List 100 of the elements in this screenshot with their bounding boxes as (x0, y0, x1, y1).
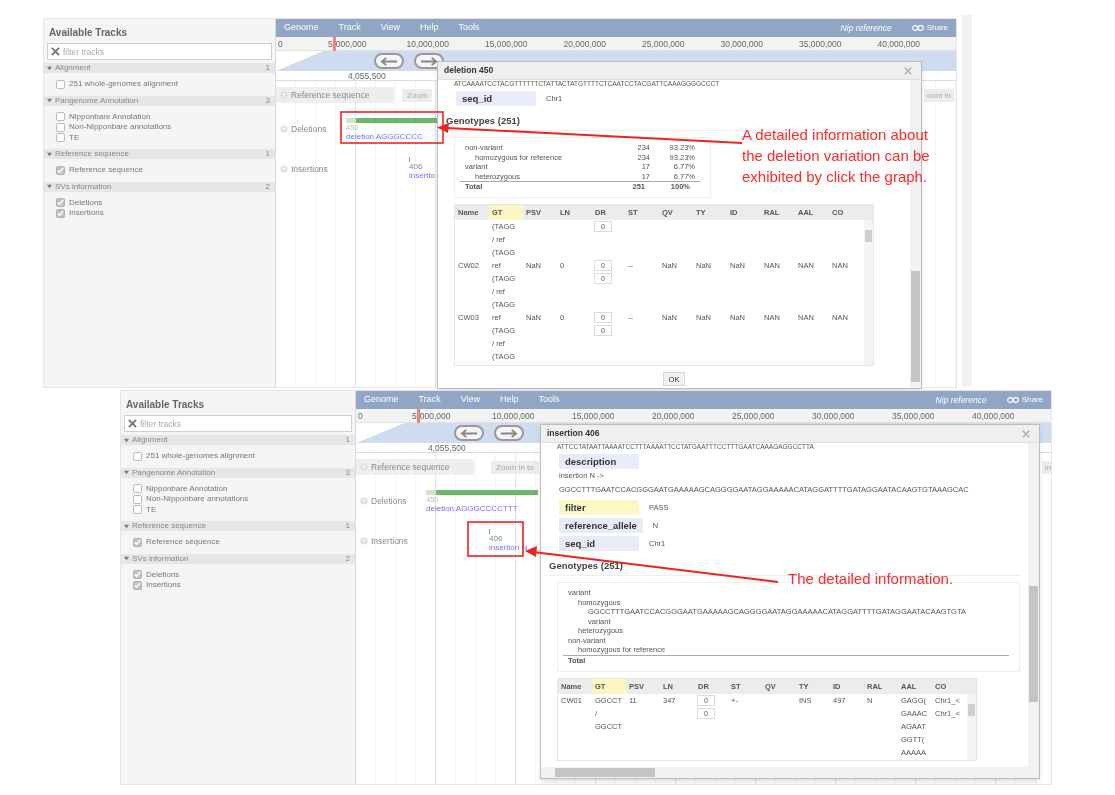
caret-icon (124, 556, 129, 561)
category-label: Alignment (55, 63, 92, 73)
track-count: 1 (345, 521, 351, 531)
category-label: Pangenome Annotation (132, 467, 217, 478)
clear-icon[interactable] (51, 47, 60, 56)
ruler-label: 10,000,000 (406, 39, 450, 49)
category-label: Pangenome Annotation (55, 95, 140, 106)
ruler-label: 5 (328, 39, 333, 49)
pan-left-button[interactable] (374, 53, 404, 69)
arrow-left-icon (460, 428, 478, 438)
deletion-bar[interactable] (426, 490, 538, 495)
insertion-mark[interactable] (489, 529, 490, 534)
checkbox[interactable] (133, 494, 142, 504)
checkbox[interactable] (133, 580, 142, 590)
close-icon[interactable] (280, 165, 288, 174)
dialog-title: deletion 450 (444, 64, 494, 77)
track-label[interactable]: Reference sequence (280, 89, 370, 102)
ruler-label: 25,000,000 (732, 411, 775, 421)
caret-icon (124, 523, 129, 529)
checkbox[interactable] (133, 570, 142, 580)
position-label: 4,055,500 (348, 71, 386, 81)
scrollbar[interactable] (967, 693, 976, 760)
track-label: Nipponbare Annotation (146, 483, 228, 494)
track-label: 251 whole-genomes alignment (69, 79, 178, 90)
checkbox[interactable] (133, 537, 142, 547)
checkbox[interactable] (56, 79, 65, 89)
checkbox[interactable] (56, 198, 65, 208)
checkbox[interactable] (56, 165, 65, 175)
checkbox[interactable] (56, 133, 65, 143)
scrollbar[interactable] (1028, 443, 1039, 767)
scrollbar[interactable] (541, 767, 1039, 778)
field-label: filter (559, 500, 639, 515)
track-count: 1 (345, 435, 351, 445)
ruler-label: 35,000,000 (892, 411, 935, 421)
track-label[interactable]: Insertions (280, 163, 328, 176)
track-label: TE (146, 504, 157, 515)
close-icon[interactable] (360, 463, 368, 472)
close-icon[interactable] (360, 497, 368, 506)
ruler-label: 30,000,000 (720, 39, 764, 49)
track-label: Deletions (69, 197, 103, 208)
checkbox[interactable] (56, 122, 65, 132)
scrollbar[interactable] (864, 220, 873, 366)
field-label: reference_allele (559, 518, 643, 533)
track-label[interactable]: Deletions (280, 123, 327, 136)
sidebar-title: Available Tracks (48, 26, 128, 40)
deletion-bar[interactable] (346, 118, 437, 123)
caret-icon (47, 98, 52, 103)
track-label: Reference sequence (69, 165, 143, 176)
track-count: 2 (265, 181, 271, 192)
reference-label: Nip reference (935, 393, 987, 407)
caret-icon (124, 437, 129, 443)
category-label: SVs information (132, 553, 190, 564)
track-label: Nipponbare Annotation (69, 111, 151, 122)
track-count: 2 (345, 553, 351, 564)
track-count: 3 (265, 95, 271, 106)
feature-count: 406 (409, 162, 423, 171)
category-label: SVs information (55, 181, 113, 192)
checkbox[interactable] (133, 484, 142, 494)
ruler-label: 15,000,000 (572, 411, 615, 421)
ruler-label: 20,000,000 (563, 39, 607, 49)
category-label: Reference sequence (132, 521, 207, 531)
clear-icon[interactable] (128, 419, 137, 428)
category-label: Reference sequence (55, 149, 130, 159)
pan-right-button[interactable] (494, 425, 524, 441)
position-marker (332, 37, 336, 51)
feature-name[interactable]: deletion AGGGCCCCTTT (426, 504, 518, 513)
track-label[interactable]: Reference sequence (360, 461, 450, 474)
feature-name[interactable]: deletion AGGGCCCC (346, 132, 423, 141)
field-label: seq_id (456, 91, 536, 106)
checkbox[interactable] (133, 505, 142, 515)
track-label: Reference sequence (146, 537, 220, 548)
position-marker (416, 409, 420, 423)
close-icon[interactable] (360, 537, 368, 546)
track-label[interactable]: Insertions (360, 535, 408, 548)
caret-icon (47, 65, 52, 71)
feature-name[interactable]: insertion N (489, 543, 528, 552)
filter-field[interactable]: filter tracks (47, 43, 272, 60)
track-label: TE (69, 132, 80, 143)
checkbox[interactable] (56, 208, 65, 218)
ruler-label: 000,000 (419, 411, 451, 421)
checkbox[interactable] (56, 112, 65, 122)
track-label: 251 whole-genomes alignment (146, 451, 255, 462)
ruler-label: 40,000,000 (877, 39, 921, 49)
highlight-frame (467, 521, 524, 557)
track-count: 1 (265, 149, 271, 159)
track-label: Insertions (69, 208, 104, 219)
track-label: Insertions (146, 580, 181, 591)
track-label[interactable]: Deletions (360, 495, 407, 508)
feature-name[interactable]: insertio (409, 171, 435, 180)
checkbox[interactable] (133, 451, 142, 461)
dialog-title: insertion 406 (547, 427, 600, 440)
track-label: Non-Nipponbare annotations (69, 122, 172, 133)
ruler-label: 5 (412, 411, 417, 421)
close-icon[interactable] (280, 125, 288, 134)
field-label: seq_id (559, 536, 639, 551)
pan-left-button[interactable] (454, 425, 484, 441)
close-icon[interactable] (280, 91, 288, 100)
insertion-mark[interactable] (409, 157, 410, 162)
filter-field[interactable]: filter tracks (124, 415, 352, 432)
caret-icon (124, 470, 129, 475)
